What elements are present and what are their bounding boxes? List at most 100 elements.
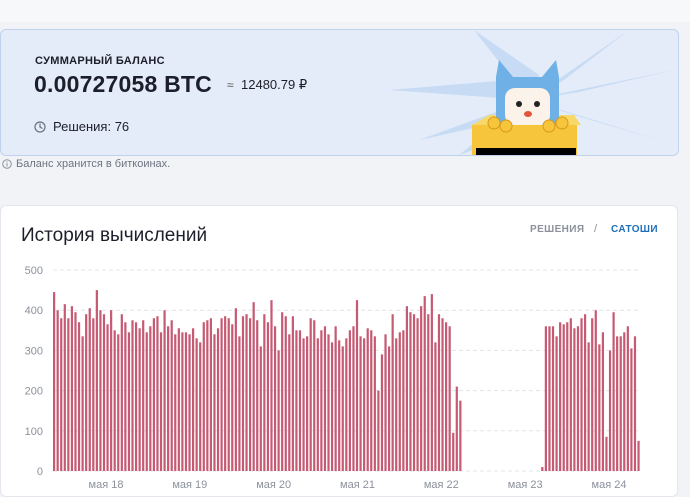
history-bar[interactable] <box>359 336 362 471</box>
history-bar[interactable] <box>348 330 351 471</box>
history-bar[interactable] <box>366 328 369 471</box>
history-bar[interactable] <box>341 346 344 471</box>
history-bar[interactable] <box>591 318 594 471</box>
history-bar[interactable] <box>156 316 159 471</box>
history-bar[interactable] <box>227 318 230 471</box>
history-bar[interactable] <box>124 322 127 471</box>
history-bar[interactable] <box>81 336 84 471</box>
history-bar[interactable] <box>445 322 448 471</box>
history-bar[interactable] <box>174 334 177 471</box>
history-bar[interactable] <box>559 322 562 471</box>
history-bar[interactable] <box>70 306 74 471</box>
history-bar[interactable] <box>92 318 95 471</box>
history-bar[interactable] <box>263 314 266 471</box>
history-bar[interactable] <box>249 318 252 471</box>
history-bar[interactable] <box>612 312 615 471</box>
history-bar[interactable] <box>630 348 633 471</box>
history-bar[interactable] <box>99 310 102 471</box>
history-bar[interactable] <box>541 466 544 471</box>
history-bar[interactable] <box>605 436 608 471</box>
history-bar[interactable] <box>241 316 245 471</box>
history-bar[interactable] <box>277 350 280 471</box>
history-bar[interactable] <box>330 342 334 471</box>
history-bar[interactable] <box>252 302 255 471</box>
history-bar[interactable] <box>270 300 273 471</box>
history-bar[interactable] <box>619 336 622 471</box>
history-bar[interactable] <box>626 326 629 471</box>
history-bar[interactable] <box>134 322 138 471</box>
history-bar[interactable] <box>53 292 56 471</box>
history-bar[interactable] <box>188 334 191 471</box>
history-bar[interactable] <box>320 330 323 471</box>
history-bar[interactable] <box>117 334 120 471</box>
history-bar[interactable] <box>548 326 551 471</box>
history-bar[interactable] <box>380 354 384 471</box>
history-bar[interactable] <box>551 326 555 471</box>
history-bar[interactable] <box>583 314 587 471</box>
history-bar[interactable] <box>63 304 66 471</box>
history-bar[interactable] <box>167 326 170 471</box>
history-bar[interactable] <box>77 322 81 471</box>
history-bar[interactable] <box>405 306 409 471</box>
history-bar[interactable] <box>455 386 458 471</box>
history-bar[interactable] <box>427 314 430 471</box>
history-bar[interactable] <box>313 320 316 471</box>
history-bar[interactable] <box>601 332 605 471</box>
history-bar[interactable] <box>459 400 462 471</box>
history-bar[interactable] <box>216 328 220 471</box>
history-bar[interactable] <box>95 290 98 471</box>
history-bar[interactable] <box>391 314 394 471</box>
history-bar[interactable] <box>184 332 188 471</box>
history-bar[interactable] <box>220 318 223 471</box>
history-bar[interactable] <box>142 320 145 471</box>
history-bar[interactable] <box>316 338 319 471</box>
history-bar[interactable] <box>281 312 284 471</box>
history-bar[interactable] <box>323 326 327 471</box>
history-bar[interactable] <box>106 324 109 471</box>
history-bar[interactable] <box>309 318 312 471</box>
history-bar[interactable] <box>163 310 166 471</box>
history-bar[interactable] <box>598 344 601 471</box>
history-bar[interactable] <box>395 338 398 471</box>
history-bar[interactable] <box>633 336 637 471</box>
history-bar[interactable] <box>288 334 291 471</box>
history-bar[interactable] <box>224 316 227 471</box>
history-bar[interactable] <box>120 314 123 471</box>
history-bar[interactable] <box>170 320 173 471</box>
history-bar[interactable] <box>434 342 437 471</box>
history-bar[interactable] <box>562 324 565 471</box>
history-bar[interactable] <box>302 338 305 471</box>
history-bar[interactable] <box>587 342 590 471</box>
history-bar[interactable] <box>213 334 216 471</box>
history-bar[interactable] <box>623 332 626 471</box>
history-bar[interactable] <box>298 330 302 471</box>
history-bar[interactable] <box>195 338 198 471</box>
history-bar[interactable] <box>56 310 59 471</box>
history-bar[interactable] <box>637 440 640 471</box>
history-bar[interactable] <box>74 312 77 471</box>
history-bar[interactable] <box>352 326 355 471</box>
history-bar[interactable] <box>430 294 433 471</box>
history-bar[interactable] <box>345 338 348 471</box>
history-bar[interactable] <box>355 300 359 471</box>
history-bar[interactable] <box>423 296 426 471</box>
history-bar[interactable] <box>127 332 131 471</box>
history-bar[interactable] <box>145 332 148 471</box>
history-bar[interactable] <box>159 332 163 471</box>
history-bar[interactable] <box>177 328 180 471</box>
history-bar[interactable] <box>420 306 423 471</box>
history-bar[interactable] <box>88 308 91 471</box>
history-bar[interactable] <box>569 318 572 471</box>
history-bar[interactable] <box>402 330 405 471</box>
history-bar[interactable] <box>273 326 277 471</box>
history-bar[interactable] <box>573 328 576 471</box>
history-bar[interactable] <box>206 320 209 471</box>
history-bar[interactable] <box>377 390 380 471</box>
history-bar[interactable] <box>409 312 412 471</box>
history-bar[interactable] <box>608 350 612 471</box>
history-bar[interactable] <box>138 328 141 471</box>
history-bar[interactable] <box>448 326 451 471</box>
history-bar[interactable] <box>102 314 106 471</box>
history-bar[interactable] <box>452 432 455 471</box>
history-bar[interactable] <box>110 310 113 471</box>
